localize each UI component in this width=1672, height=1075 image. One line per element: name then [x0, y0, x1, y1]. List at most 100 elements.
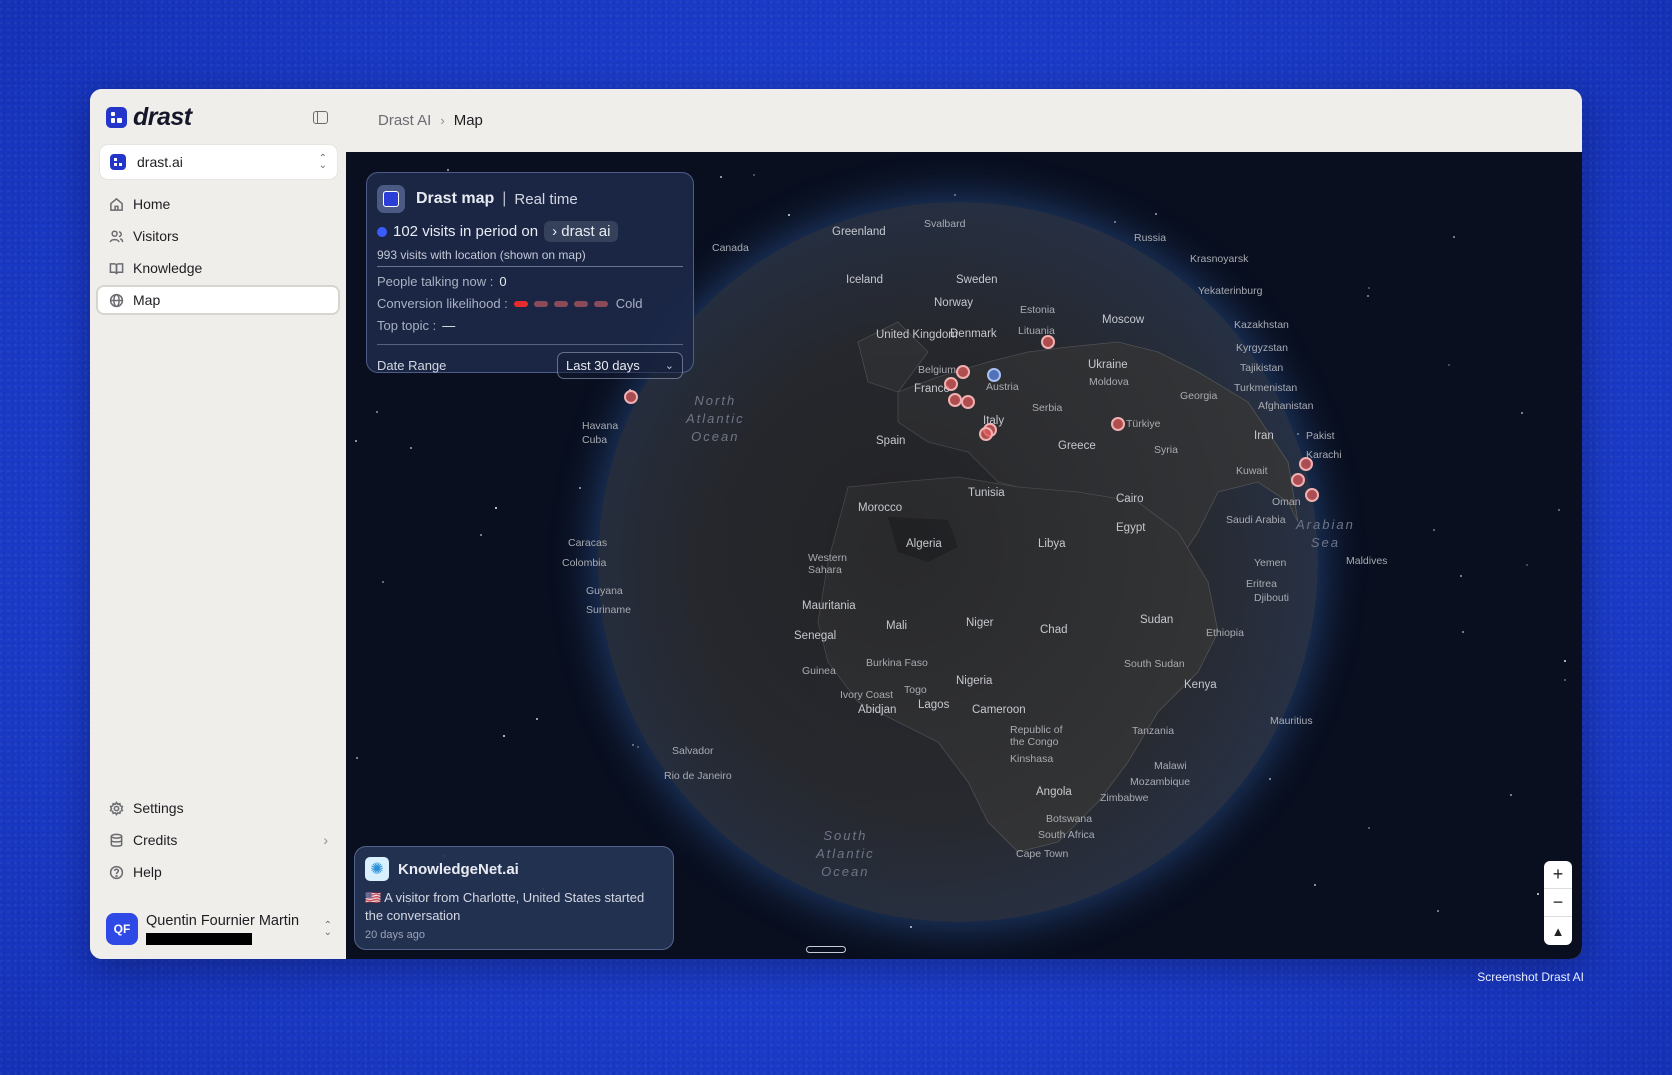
- sidebar-item-label: Map: [133, 292, 161, 308]
- world-map[interactable]: Canada Greenland Svalbard Russia Krasnoyarsk…: [346, 152, 1582, 959]
- map-label-greenland: Greenland: [832, 226, 886, 238]
- conversion-segment: [533, 300, 548, 307]
- star: [1462, 631, 1464, 633]
- visit-marker[interactable]: [948, 393, 962, 407]
- breadcrumb: Drast AI › Map: [346, 89, 1582, 152]
- visit-marker[interactable]: [1041, 335, 1055, 349]
- sidebar-item-home[interactable]: Home: [96, 189, 340, 219]
- map-label-spain: Spain: [876, 435, 906, 447]
- map-label-burkina: Burkina Faso: [866, 657, 928, 669]
- star: [356, 757, 358, 759]
- map-label-mozambique: Mozambique: [1130, 776, 1191, 788]
- map-label-norway: Norway: [934, 297, 973, 309]
- map-label-south-africa: South Africa: [1038, 829, 1095, 841]
- map-label-russia: Russia: [1134, 232, 1167, 244]
- star: [1564, 660, 1566, 662]
- top-topic-value: —: [442, 318, 456, 333]
- visit-marker[interactable]: [956, 365, 970, 379]
- star: [753, 174, 755, 176]
- map-label-botswana: Botswana: [1046, 813, 1093, 825]
- sidebar-item-help[interactable]: Help: [96, 857, 340, 887]
- date-range-select[interactable]: Last 30 days ⌄: [557, 352, 683, 379]
- visit-marker[interactable]: [961, 395, 975, 409]
- map-label-moscow: Moscow: [1102, 314, 1145, 326]
- user-menu[interactable]: QF Quentin Fournier Martin ⌃ ⌄: [106, 909, 332, 949]
- sidebar-toggle-button[interactable]: [310, 107, 330, 127]
- app-window: drast drast.ai ⌃ ⌄ Home Visitors Knowledg…: [90, 89, 1582, 959]
- map-label-congo: Republic of the Congo: [1010, 724, 1063, 748]
- star: [447, 169, 449, 171]
- map-label-chad: Chad: [1040, 624, 1068, 636]
- date-range-label: Date Range: [377, 358, 447, 373]
- map-label-tanzania: Tanzania: [1132, 725, 1175, 737]
- map-label-turkmenistan: Turkmenistan: [1234, 382, 1298, 394]
- map-label-ethiopia: Ethiopia: [1206, 627, 1244, 639]
- map-label-belgium: Belgium: [918, 364, 956, 376]
- sidebar-item-map[interactable]: Map: [96, 285, 340, 315]
- site-pill-label: drast ai: [561, 223, 611, 240]
- breadcrumb-item-drast-ai[interactable]: Drast AI: [378, 112, 431, 129]
- drag-handle[interactable]: [806, 946, 846, 953]
- map-label-yekaterinburg: Yekaterinburg: [1198, 285, 1263, 297]
- logo-text: drast: [133, 102, 192, 131]
- map-label-south-sudan: South Sudan: [1124, 658, 1185, 670]
- visit-marker[interactable]: [624, 390, 638, 404]
- star: [503, 735, 505, 737]
- sidebar-item-visitors[interactable]: Visitors: [96, 221, 340, 251]
- map-label-abidjan: Abidjan: [858, 704, 897, 716]
- sidebar-item-knowledge[interactable]: Knowledge: [96, 253, 340, 283]
- sidebar-toggle-icon: [312, 110, 328, 124]
- us-flag-icon: 🇺🇸: [365, 890, 382, 905]
- drast-logo-icon: [106, 106, 127, 128]
- visit-marker[interactable]: [1111, 417, 1125, 431]
- map-label-kenya: Kenya: [1184, 679, 1217, 691]
- map-label-ivory: Ivory Coast: [840, 689, 894, 701]
- chevron-right-icon: ›: [552, 223, 562, 240]
- globe[interactable]: [598, 202, 1318, 922]
- visit-marker[interactable]: [1305, 488, 1319, 502]
- divider: |: [502, 190, 507, 207]
- workspace-switcher[interactable]: drast.ai ⌃ ⌄: [100, 145, 337, 179]
- map-label-eritrea: Eritrea: [1246, 578, 1277, 590]
- map-label-south-atlantic: South Atlantic Ocean: [816, 828, 875, 879]
- map-label-sweden: Sweden: [956, 274, 998, 286]
- notification-text: 🇺🇸 A visitor from Charlotte, United Stat…: [365, 889, 663, 925]
- location-visits: 993 visits with location (shown on map): [377, 248, 683, 267]
- sidebar-item-settings[interactable]: Settings: [96, 793, 340, 823]
- zoom-in-button[interactable]: +: [1544, 861, 1572, 889]
- map-label-angola: Angola: [1036, 786, 1072, 798]
- conversion-segment: [593, 300, 608, 307]
- sidebar-item-label: Settings: [133, 800, 184, 816]
- sidebar-bottom-nav: Settings Credits › Help: [96, 793, 340, 889]
- gear-icon: [108, 800, 124, 816]
- map-label-georgia: Georgia: [1180, 390, 1218, 402]
- zoom-out-button[interactable]: −: [1544, 889, 1572, 917]
- reset-north-button[interactable]: ▲: [1544, 917, 1572, 945]
- map-label-havana: Havana: [582, 420, 619, 432]
- map-label-kuwait: Kuwait: [1236, 465, 1268, 477]
- visit-marker[interactable]: [944, 377, 958, 391]
- top-topic-row: Top topic : —: [377, 318, 683, 333]
- star: [1537, 893, 1539, 895]
- visit-marker[interactable]: [1299, 457, 1313, 471]
- map-label-togo: Togo: [904, 684, 927, 696]
- star: [410, 447, 412, 449]
- visit-marker[interactable]: [979, 427, 993, 441]
- map-label-egypt: Egypt: [1116, 522, 1146, 534]
- map-label-senegal: Senegal: [794, 630, 837, 642]
- activity-notification[interactable]: ✺ KnowledgeNet.ai 🇺🇸 A visitor from Char…: [354, 846, 674, 950]
- sidebar-item-credits[interactable]: Credits ›: [96, 825, 340, 855]
- visit-marker[interactable]: [987, 368, 1001, 382]
- panel-title: Drast map: [416, 190, 495, 207]
- map-label-estonia: Estonia: [1020, 304, 1056, 316]
- star: [536, 718, 538, 720]
- map-label-lagos: Lagos: [918, 699, 950, 711]
- chevron-updown-icon: ⌃ ⌄: [323, 920, 332, 938]
- map-label-suriname: Suriname: [586, 604, 631, 616]
- site-filter-pill[interactable]: › drast ai: [544, 221, 619, 242]
- map-label-oman: Oman: [1272, 496, 1301, 508]
- map-label-saudi: Saudi Arabia: [1226, 514, 1286, 526]
- map-label-kinshasa: Kinshasa: [1010, 753, 1054, 765]
- sidebar: drast drast.ai ⌃ ⌄ Home Visitors Knowledg…: [90, 89, 346, 959]
- visit-marker[interactable]: [1291, 473, 1305, 487]
